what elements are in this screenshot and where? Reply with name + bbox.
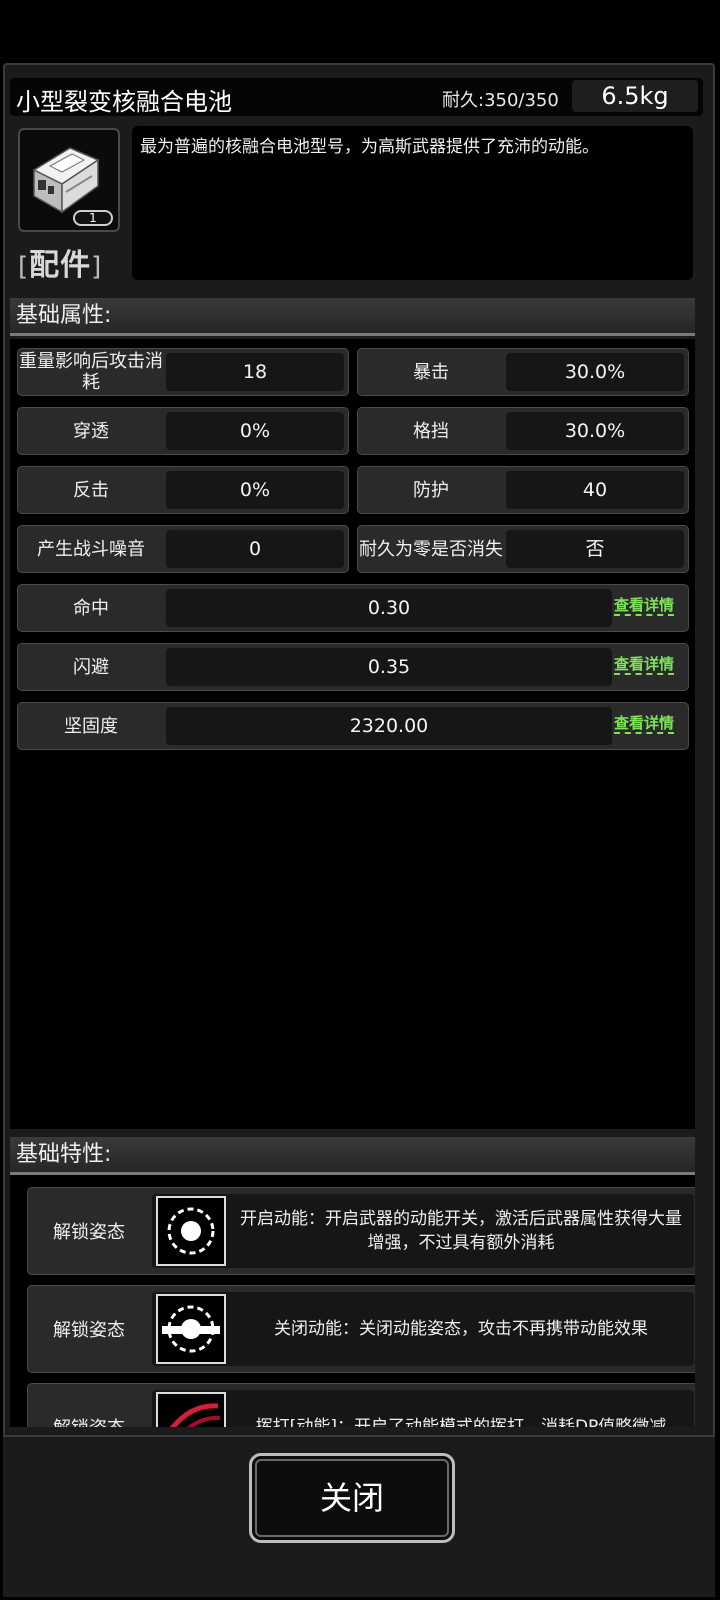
- item-name: 小型裂变核融合电池: [16, 88, 232, 116]
- attr-label: 穿透: [73, 420, 109, 442]
- trait-label: 解锁姿态: [53, 1222, 125, 1243]
- attr-value: 0.30: [166, 589, 612, 627]
- attr-value: 0%: [166, 471, 344, 509]
- attr-cell-block: 格挡 30.0%: [357, 407, 689, 455]
- attr-value: 18: [166, 353, 344, 391]
- attr-label: 防护: [413, 479, 449, 501]
- attr-label: 耐久为零是否消失: [359, 538, 503, 560]
- close-button[interactable]: 关闭: [249, 1453, 455, 1543]
- durability-text: 耐久:350/350: [442, 90, 559, 111]
- trait-description: 开启动能：开启武器的动能开关，激活后武器属性获得大量增强，不过具有额外消耗: [240, 1209, 682, 1253]
- attr-cell-noise: 产生战斗噪音 0: [17, 525, 349, 573]
- traits-header: 基础特性:: [10, 1137, 695, 1175]
- attr-row-hit: 命中 0.30 查看详情: [17, 584, 689, 632]
- item-title-bar: 小型裂变核融合电池 耐久:350/350 6.5kg: [10, 78, 703, 116]
- attr-cell-vanish: 耐久为零是否消失 否: [357, 525, 689, 573]
- traits-list[interactable]: 解锁姿态 开启动能：开启武器的动能开关，激活后武器属性获得大量增强，不过具有额外…: [10, 1175, 695, 1427]
- trait-description: 挥打[动能]：开启了动能模式的挥打，消耗DP值略微减: [255, 1417, 667, 1427]
- attr-label: 闪避: [73, 656, 109, 678]
- attr-label: 暴击: [413, 361, 449, 383]
- trait-body: 挥打[动能]：开启了动能模式的挥打，消耗DP值略微减: [152, 1390, 694, 1427]
- weight-value: 6.5kg: [572, 80, 698, 112]
- trait-item: 解锁姿态 开启动能：开启武器的动能开关，激活后武器属性获得大量增强，不过具有额外…: [27, 1187, 695, 1275]
- attr-cell-penetration: 穿透 0%: [17, 407, 349, 455]
- view-details-link-hit[interactable]: 查看详情: [614, 597, 675, 616]
- attributes-header: 基础属性:: [10, 298, 695, 336]
- type-bracket-left: [: [18, 252, 30, 282]
- trait-description: 关闭动能：关闭动能姿态，攻击不再携带动能效果: [274, 1319, 648, 1339]
- gear-circle-icon: [156, 1196, 226, 1266]
- attr-value: 否: [506, 530, 684, 568]
- trait-item: 解锁姿态 挥打[动能]：开启了动能模式的挥打，消耗DP值略微减: [27, 1383, 695, 1427]
- item-description: 最为普遍的核融合电池型号，为高斯武器提供了充沛的动能。: [132, 126, 693, 280]
- item-count-badge: 1: [73, 210, 113, 226]
- attr-label: 反击: [73, 479, 109, 501]
- red-slash-icon: [156, 1392, 226, 1427]
- trait-body: 开启动能：开启武器的动能开关，激活后武器属性获得大量增强，不过具有额外消耗: [152, 1194, 694, 1268]
- trait-item: 解锁姿态 关闭动能：关闭动能姿态，攻击不再携带动能效果: [27, 1285, 695, 1373]
- attr-value: 2320.00: [166, 707, 612, 745]
- type-bracket-right: ]: [91, 252, 103, 282]
- item-type-text: 配件: [29, 248, 92, 283]
- attr-label: 产生战斗噪音: [37, 538, 145, 560]
- view-details-link-dodge[interactable]: 查看详情: [614, 656, 675, 675]
- trait-body: 关闭动能：关闭动能姿态，攻击不再携带动能效果: [152, 1292, 694, 1366]
- attr-value: 30.0%: [506, 412, 684, 450]
- attr-value: 0.35: [166, 648, 612, 686]
- attr-cell-counter: 反击 0%: [17, 466, 349, 514]
- attr-value: 40: [506, 471, 684, 509]
- attr-label: 坚固度: [64, 715, 118, 737]
- attr-label: 命中: [73, 597, 109, 619]
- item-type-label: [配件]: [18, 240, 102, 284]
- item-icon-box[interactable]: 1: [18, 128, 120, 232]
- view-details-link-sturdiness[interactable]: 查看详情: [614, 715, 675, 734]
- attr-row-dodge: 闪避 0.35 查看详情: [17, 643, 689, 691]
- attr-label: 重量影响后攻击消耗: [19, 351, 163, 393]
- attr-value: 30.0%: [506, 353, 684, 391]
- attr-cell-protection: 防护 40: [357, 466, 689, 514]
- attr-value: 0: [166, 530, 344, 568]
- trait-label: 解锁姿态: [53, 1320, 125, 1341]
- attr-value: 0%: [166, 412, 344, 450]
- trait-label: 解锁姿态: [28, 1384, 150, 1427]
- gear-bar-icon: [156, 1294, 226, 1364]
- attr-cell-attack-cost: 重量影响后攻击消耗 18: [17, 348, 349, 396]
- attr-cell-crit: 暴击 30.0%: [357, 348, 689, 396]
- attr-row-sturdiness: 坚固度 2320.00 查看详情: [17, 702, 689, 750]
- attr-label: 格挡: [413, 420, 449, 442]
